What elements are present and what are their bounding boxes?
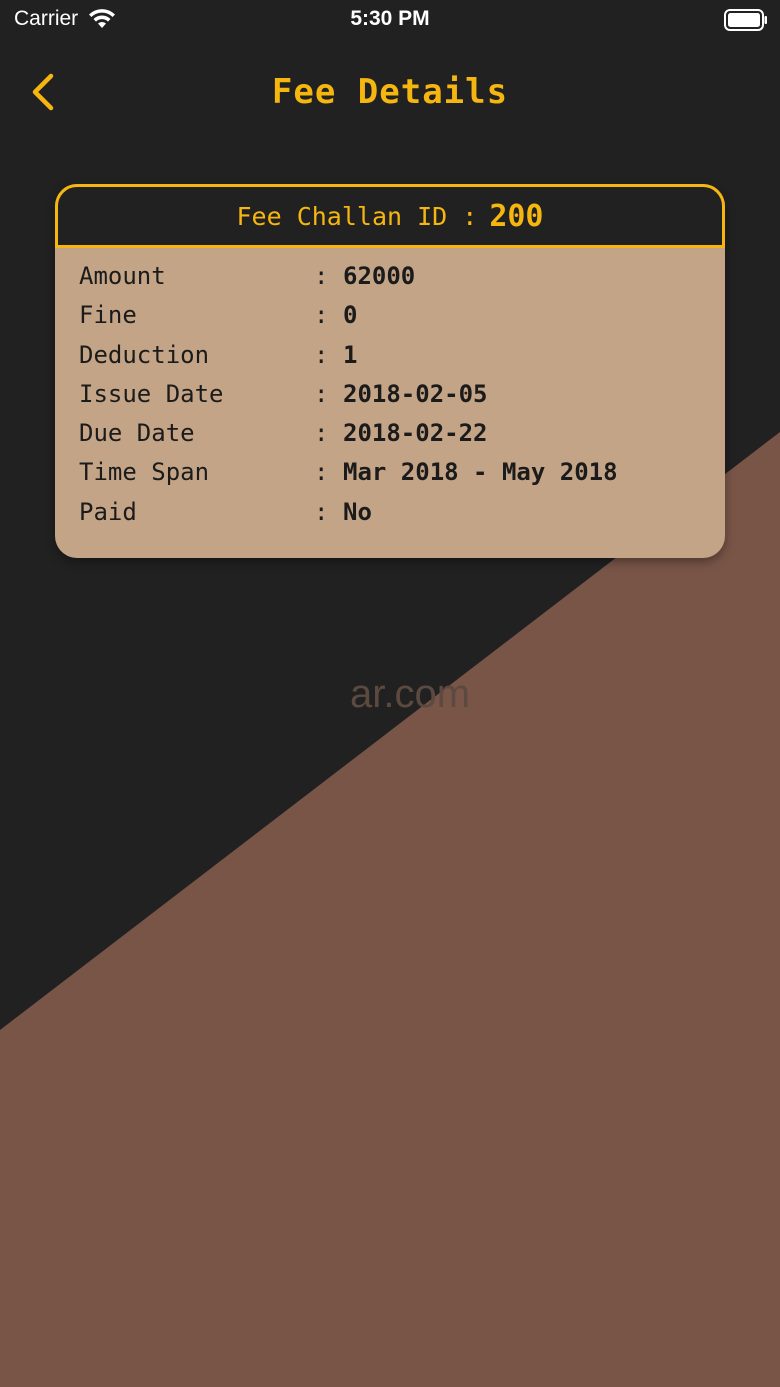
issue-date-value: 2018-02-05	[343, 379, 488, 408]
status-time: 5:30 PM	[350, 7, 430, 30]
row-separator: :	[314, 458, 329, 487]
due-date-value: 2018-02-22	[343, 419, 488, 448]
deduction-label: Deduction	[79, 340, 210, 369]
detail-row-fine: Fine : 0	[55, 299, 725, 338]
fine-value: 0	[343, 301, 358, 330]
issue-date-label: Issue Date	[79, 379, 224, 408]
amount-label: Amount	[79, 262, 166, 290]
row-separator: :	[314, 340, 329, 369]
paid-value: No	[343, 497, 372, 526]
fee-details-screen: { "status_bar": { "carrier": "Carrier", …	[0, 0, 780, 1387]
navigation-bar: Fee Details	[0, 60, 780, 124]
fee-challan-id-label: Fee Challan ID :	[236, 201, 478, 231]
fee-challan-id-value: 200	[489, 198, 544, 234]
time-span-value: Mar 2018 - May 2018	[343, 458, 618, 487]
row-separator: :	[314, 497, 329, 526]
watermark-text: ar.com	[350, 672, 471, 716]
detail-row-deduction: Deduction : 1	[55, 339, 725, 378]
paid-label: Paid	[79, 497, 137, 526]
deduction-value: 1	[343, 340, 358, 369]
detail-row-time-span: Time Span : Mar 2018 - May 2018	[55, 456, 725, 495]
detail-row-paid: Paid : No	[55, 496, 725, 535]
battery-icon	[724, 9, 767, 31]
detail-row-issue-date: Issue Date : 2018-02-05	[55, 378, 725, 417]
detail-row-due-date: Due Date : 2018-02-22	[55, 417, 725, 456]
page-title: Fee Details	[271, 72, 509, 112]
row-separator: :	[314, 301, 329, 330]
due-date-label: Due Date	[79, 419, 195, 448]
amount-value: 62000	[343, 262, 416, 290]
fine-label: Fine	[79, 301, 137, 330]
fee-detail-rows: Amount : 62000 Fine : 0 Deduction : 1 Is…	[55, 248, 725, 535]
row-separator: :	[314, 379, 329, 408]
detail-row-amount: Amount : 62000	[55, 260, 725, 299]
status-bar: Carrier 5:30 PM	[0, 0, 780, 40]
fee-challan-header: Fee Challan ID : 200	[55, 184, 725, 248]
row-separator: :	[314, 262, 329, 290]
time-span-label: Time Span	[79, 458, 210, 487]
fee-challan-card: Fee Challan ID : 200 Amount : 62000 Fine…	[55, 184, 725, 558]
row-separator: :	[314, 419, 329, 448]
